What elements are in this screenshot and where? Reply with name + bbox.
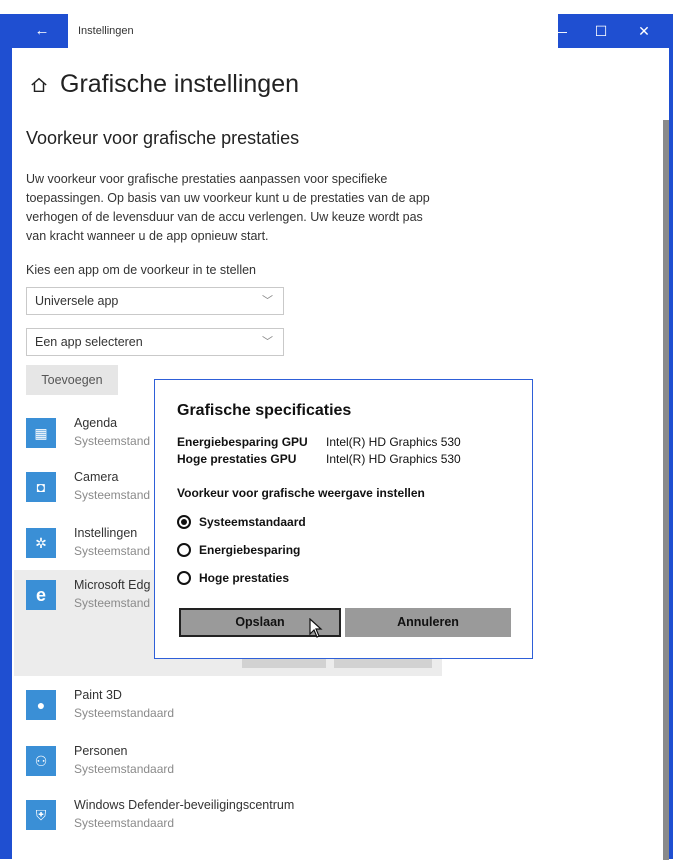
home-icon xyxy=(31,77,47,92)
app-name: Windows Defender-beveiligingscentrum xyxy=(74,798,295,812)
radio-label: Energiebesparing xyxy=(199,543,301,557)
section-description: Uw voorkeur voor grafische prestaties aa… xyxy=(26,172,430,243)
top-strip xyxy=(0,0,673,14)
gear-icon: ✲ xyxy=(26,528,56,558)
edge-icon: e xyxy=(26,580,56,610)
shield-icon: ⛨ xyxy=(26,800,56,830)
camera-icon: ◘ xyxy=(26,472,56,502)
dialog-title: Grafische specificaties xyxy=(177,402,352,419)
cancel-button[interactable]: Annuleren xyxy=(345,608,511,637)
radio-button[interactable] xyxy=(177,515,191,529)
calendar-icon: ▦ xyxy=(26,418,56,448)
app-preference: Systeemstandaard xyxy=(74,816,175,830)
spec-row: Hoge prestaties GPU Intel(R) HD Graphics … xyxy=(177,452,461,466)
maximize-button[interactable]: ☐ xyxy=(581,14,621,48)
app-preference: Systeemstandaard xyxy=(74,706,175,720)
add-button[interactable]: Toevoegen xyxy=(26,365,118,395)
radio-high-performance[interactable]: Hoge prestaties xyxy=(177,568,289,588)
section-title: Voorkeur voor grafische prestaties xyxy=(26,128,300,148)
app-type-value: Universele app xyxy=(35,294,119,308)
spec-row: Energiebesparing GPU Intel(R) HD Graphics… xyxy=(177,435,461,449)
app-preference: Systeemstandaard xyxy=(74,762,175,776)
minimize-button[interactable]: — xyxy=(540,14,580,48)
paint3d-icon: ● xyxy=(26,690,56,720)
app-name: Microsoft Edg xyxy=(74,578,151,592)
pick-app-label: Kies een app om de voorkeur in te stelle… xyxy=(26,263,256,277)
app-name: Paint 3D xyxy=(74,688,122,702)
app-preference: Systeemstand xyxy=(74,488,151,502)
page-title: Grafische instellingen xyxy=(60,70,300,98)
radio-button[interactable] xyxy=(177,543,191,557)
app-preference: Systeemstand xyxy=(74,434,151,448)
mouse-cursor-icon xyxy=(309,618,323,638)
people-icon: ⚇ xyxy=(26,746,56,776)
window-title: Instellingen xyxy=(68,14,558,48)
close-button[interactable]: ✕ xyxy=(624,14,664,48)
app-preference: Systeemstand xyxy=(74,596,151,610)
page-header: Grafische instellingen xyxy=(30,70,299,99)
spec-value: Intel(R) HD Graphics 530 xyxy=(326,452,461,466)
spec-label: Energiebesparing GPU xyxy=(177,435,308,449)
app-select-dropdown[interactable]: Een app selecteren ﹀ xyxy=(26,328,284,356)
radio-power-saving[interactable]: Energiebesparing xyxy=(177,540,300,560)
chevron-down-icon: ﹀ xyxy=(262,336,273,348)
app-name: Camera xyxy=(74,470,119,484)
app-name: Instellingen xyxy=(74,526,138,540)
radio-button[interactable] xyxy=(177,571,191,585)
radio-label: Systeemstandaard xyxy=(199,515,306,529)
back-button[interactable]: ← xyxy=(24,14,60,48)
settings-content: Grafische instellingen Voorkeur voor gra… xyxy=(12,48,669,860)
preference-label: Voorkeur voor grafische weergave instell… xyxy=(177,486,425,500)
chevron-down-icon: ﹀ xyxy=(262,295,273,307)
app-preference: Systeemstand xyxy=(74,544,151,558)
spec-value: Intel(R) HD Graphics 530 xyxy=(326,435,461,449)
spec-label: Hoge prestaties GPU xyxy=(177,452,297,466)
app-name: Personen xyxy=(74,744,128,758)
title-bar: ← Instellingen — ☐ ✕ xyxy=(12,14,669,48)
radio-system-default[interactable]: Systeemstandaard xyxy=(177,512,306,532)
graphics-specs-dialog: Grafische specificaties Energiebesparing… xyxy=(154,379,533,659)
scrollbar[interactable] xyxy=(663,120,669,860)
app-type-dropdown[interactable]: Universele app ﹀ xyxy=(26,287,284,315)
app-name: Agenda xyxy=(74,416,118,430)
radio-label: Hoge prestaties xyxy=(199,571,290,585)
app-select-value: Een app selecteren xyxy=(35,335,143,349)
